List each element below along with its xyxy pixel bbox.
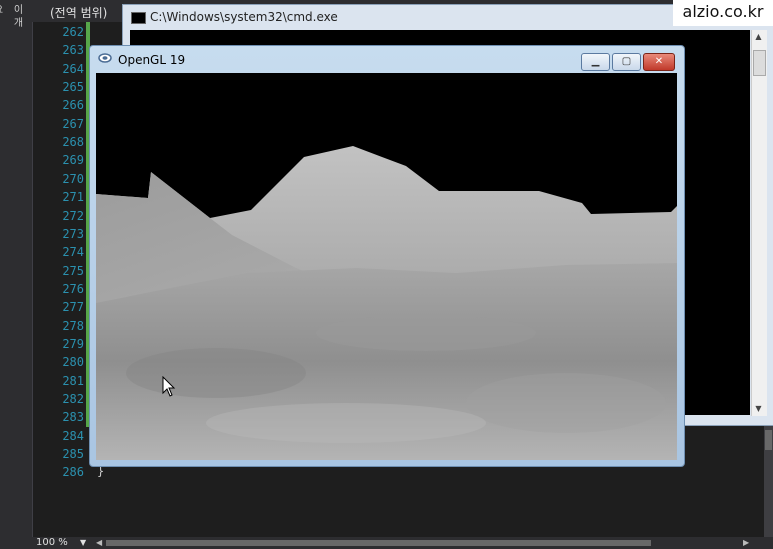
line-number: 266 bbox=[62, 98, 84, 113]
maximize-icon: ▢ bbox=[621, 56, 632, 67]
line-number: 281 bbox=[62, 373, 84, 388]
line-number: 284 bbox=[62, 428, 84, 443]
cmd-scroll-thumb[interactable] bbox=[753, 50, 766, 76]
opengl-app-icon bbox=[98, 53, 112, 63]
line-number: 265 bbox=[62, 80, 84, 95]
line-number: 274 bbox=[62, 245, 84, 260]
side-tab-outline[interactable]: 이 개요 bbox=[0, 4, 26, 34]
scroll-left-icon[interactable]: ◀ bbox=[96, 537, 102, 549]
line-number: 271 bbox=[62, 190, 84, 205]
dropdown-arrow-icon[interactable]: ▼ bbox=[80, 537, 86, 549]
line-number: 283 bbox=[62, 410, 84, 425]
terrain-highlight bbox=[206, 403, 486, 443]
line-number: 270 bbox=[62, 171, 84, 186]
scroll-up-icon[interactable]: ▲ bbox=[751, 30, 766, 44]
cmd-icon bbox=[131, 12, 146, 24]
line-number: 282 bbox=[62, 392, 84, 406]
opengl-render-area[interactable] bbox=[96, 73, 677, 460]
side-panel-strip bbox=[0, 0, 33, 549]
horizontal-scroll-thumb[interactable] bbox=[106, 540, 651, 546]
terrain-shadow-1 bbox=[126, 348, 306, 398]
line-number: 279 bbox=[62, 336, 84, 351]
watermark-text: alzio.co.kr bbox=[673, 0, 773, 26]
line-number: 263 bbox=[62, 43, 84, 58]
line-number: 276 bbox=[62, 281, 84, 296]
terrain-shadow-2 bbox=[316, 315, 536, 351]
line-number: 264 bbox=[62, 61, 84, 76]
line-number: 262 bbox=[62, 25, 84, 39]
line-number: 268 bbox=[62, 135, 84, 150]
line-number: 273 bbox=[62, 226, 84, 241]
scroll-down-icon[interactable]: ▼ bbox=[751, 402, 766, 416]
close-icon: ✕ bbox=[654, 56, 664, 67]
terrain-shadow-3 bbox=[466, 373, 666, 433]
cmd-window-title: C:\Windows\system32\cmd.exe bbox=[150, 10, 338, 24]
line-number: 275 bbox=[62, 263, 84, 278]
line-number: 285 bbox=[62, 447, 84, 462]
line-number: 272 bbox=[62, 208, 84, 223]
maximize-button[interactable]: ▢ bbox=[612, 53, 641, 71]
minimize-button[interactable]: ▁ bbox=[581, 53, 610, 71]
scope-dropdown[interactable]: (전역 범위) bbox=[50, 4, 107, 21]
line-number: 278 bbox=[62, 318, 84, 333]
line-number: 286 bbox=[62, 465, 84, 480]
line-number: 269 bbox=[62, 153, 84, 168]
line-number: 280 bbox=[62, 355, 84, 370]
line-number: 277 bbox=[62, 300, 84, 315]
zoom-level[interactable]: 100 % bbox=[36, 537, 68, 549]
terrain-scene bbox=[96, 73, 677, 460]
mouse-pointer-icon bbox=[162, 376, 176, 397]
minimize-icon: ▁ bbox=[591, 56, 600, 67]
line-number: 267 bbox=[62, 116, 84, 131]
scroll-right-icon[interactable]: ▶ bbox=[743, 537, 749, 549]
cmd-scrollbar[interactable] bbox=[751, 30, 767, 416]
editor-scroll-thumb[interactable] bbox=[765, 430, 772, 450]
line-number-gutter: 262 263 264 265 266 267 268 269 270 271 272 273 274 2… bbox=[34, 22, 92, 537]
opengl-window-title: OpenGL 19 bbox=[118, 53, 186, 67]
close-button[interactable]: ✕ bbox=[643, 53, 675, 71]
